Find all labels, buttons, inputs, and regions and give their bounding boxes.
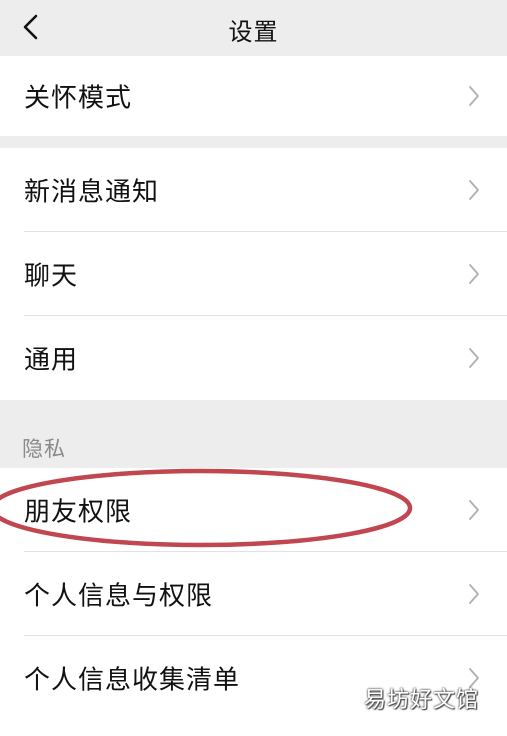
- chevron-right-icon: [469, 500, 479, 520]
- settings-item-label: 朋友权限: [24, 497, 133, 528]
- chevron-right-icon: [469, 86, 479, 106]
- chevron-right-icon: [469, 180, 479, 200]
- settings-group-care: 关怀模式: [0, 56, 507, 136]
- settings-item-label: 通用: [24, 345, 79, 376]
- settings-item-new-message-notification[interactable]: 新消息通知: [0, 148, 507, 232]
- settings-item-label: 关怀模式: [24, 83, 133, 114]
- nav-bar: 设置: [0, 0, 507, 56]
- settings-item-label: 个人信息与权限: [24, 581, 214, 612]
- page-title: 设置: [228, 18, 279, 46]
- settings-item-label: 聊天: [24, 261, 79, 292]
- settings-item-personal-info-permissions[interactable]: 个人信息与权限: [0, 552, 507, 636]
- settings-item-care-mode[interactable]: 关怀模式: [0, 56, 507, 136]
- settings-group-general: 新消息通知 聊天 通用: [0, 148, 507, 400]
- watermark-text: 易坊好文馆: [363, 688, 479, 713]
- section-title-privacy: 隐私: [22, 437, 66, 461]
- chevron-right-icon: [469, 348, 479, 368]
- settings-item-label: 个人信息收集清单: [24, 665, 241, 696]
- settings-item-chat[interactable]: 聊天: [0, 232, 507, 316]
- chevron-right-icon: [469, 584, 479, 604]
- settings-item-general[interactable]: 通用: [0, 316, 507, 400]
- settings-item-friend-permissions[interactable]: 朋友权限: [0, 468, 507, 552]
- chevron-right-icon: [469, 264, 479, 284]
- settings-item-label: 新消息通知: [24, 177, 160, 208]
